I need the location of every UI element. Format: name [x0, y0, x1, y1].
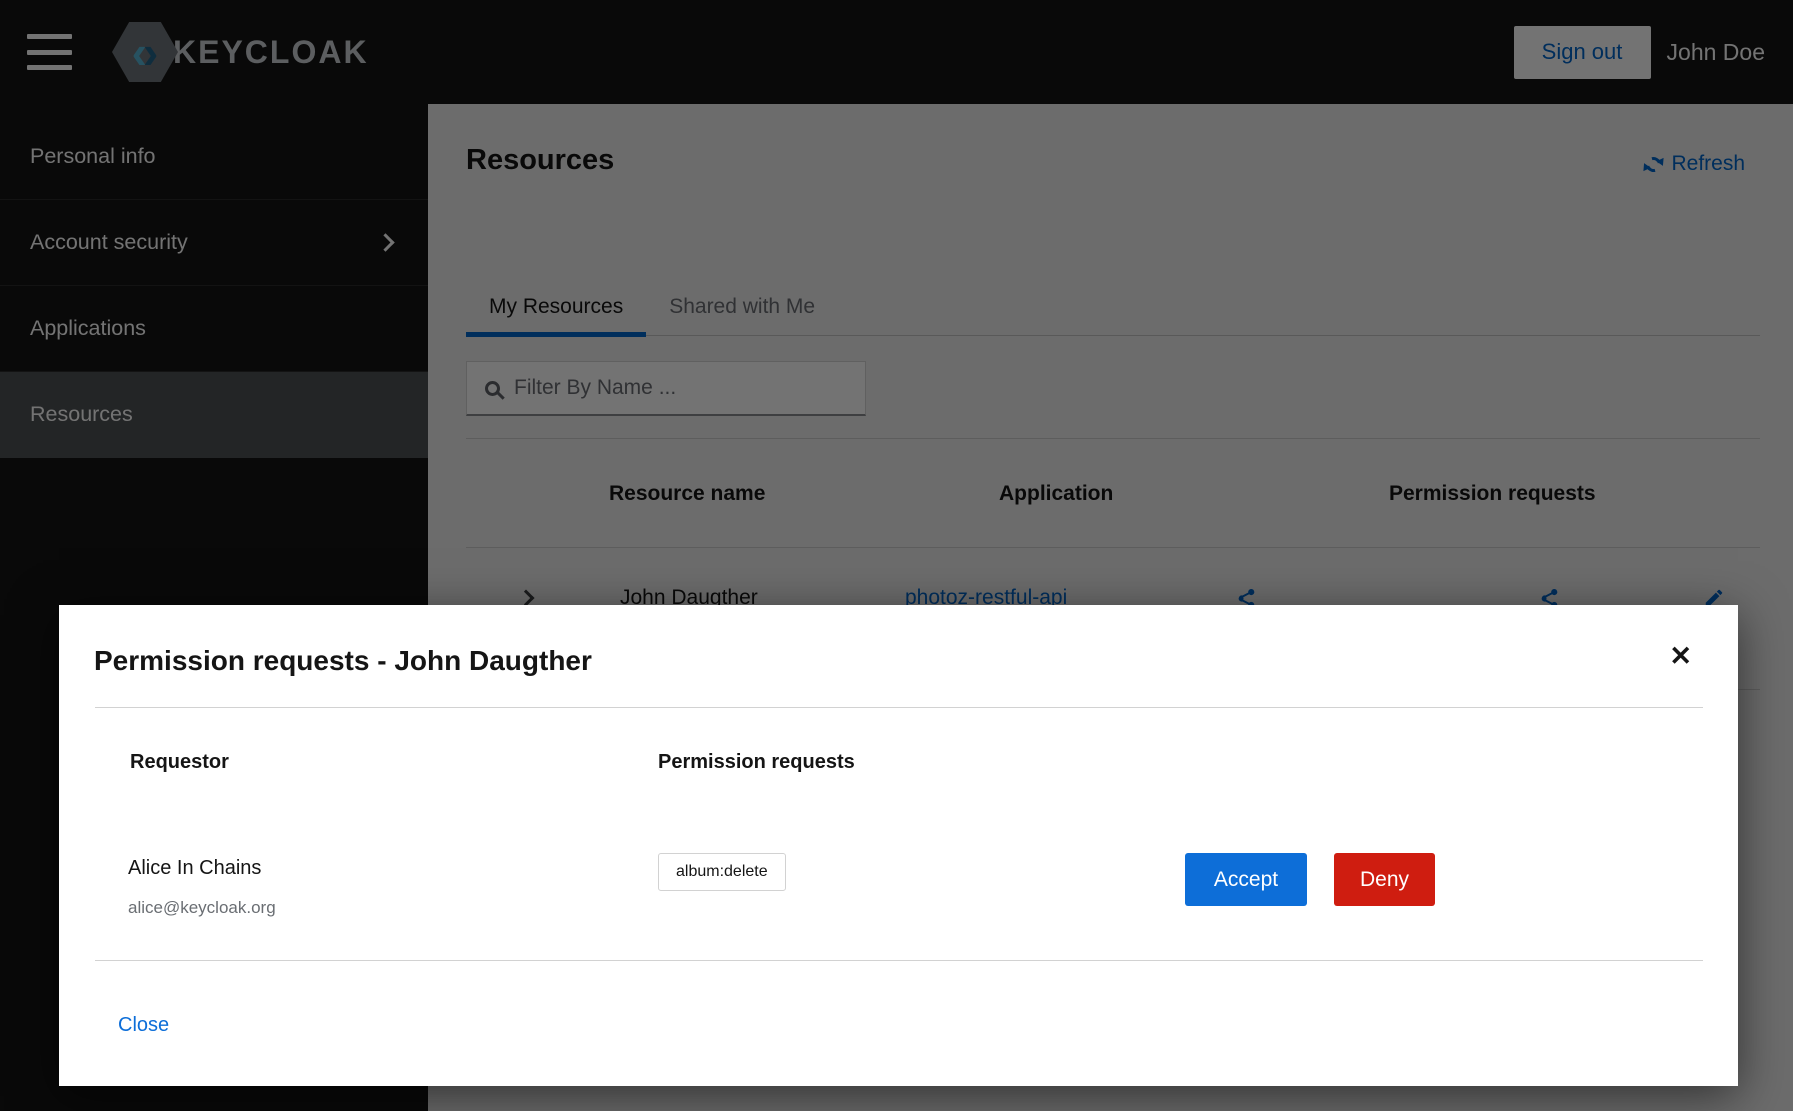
modal-close-button[interactable]: ✕: [1669, 643, 1692, 670]
permission-requests-modal: Permission requests - John Daugther ✕ Re…: [59, 605, 1738, 1086]
modal-column-requestor: Requestor: [130, 751, 229, 774]
modal-footer-divider: [95, 960, 1703, 961]
modal-title: Permission requests - John Daugther: [94, 645, 592, 677]
close-icon: ✕: [1669, 641, 1692, 671]
modal-close-link[interactable]: Close: [118, 1014, 169, 1037]
keycloak-account-console: ‹ › KEYCLOAK Sign out John Doe Personal …: [0, 0, 1793, 1111]
accept-button[interactable]: Accept: [1185, 853, 1307, 906]
modal-column-permission-requests: Permission requests: [658, 751, 855, 774]
modal-header-divider: [95, 707, 1703, 708]
requestor-name: Alice In Chains: [128, 857, 261, 880]
requestor-email: alice@keycloak.org: [128, 898, 276, 918]
deny-button[interactable]: Deny: [1334, 853, 1435, 906]
scope-chip: album:delete: [658, 853, 786, 891]
